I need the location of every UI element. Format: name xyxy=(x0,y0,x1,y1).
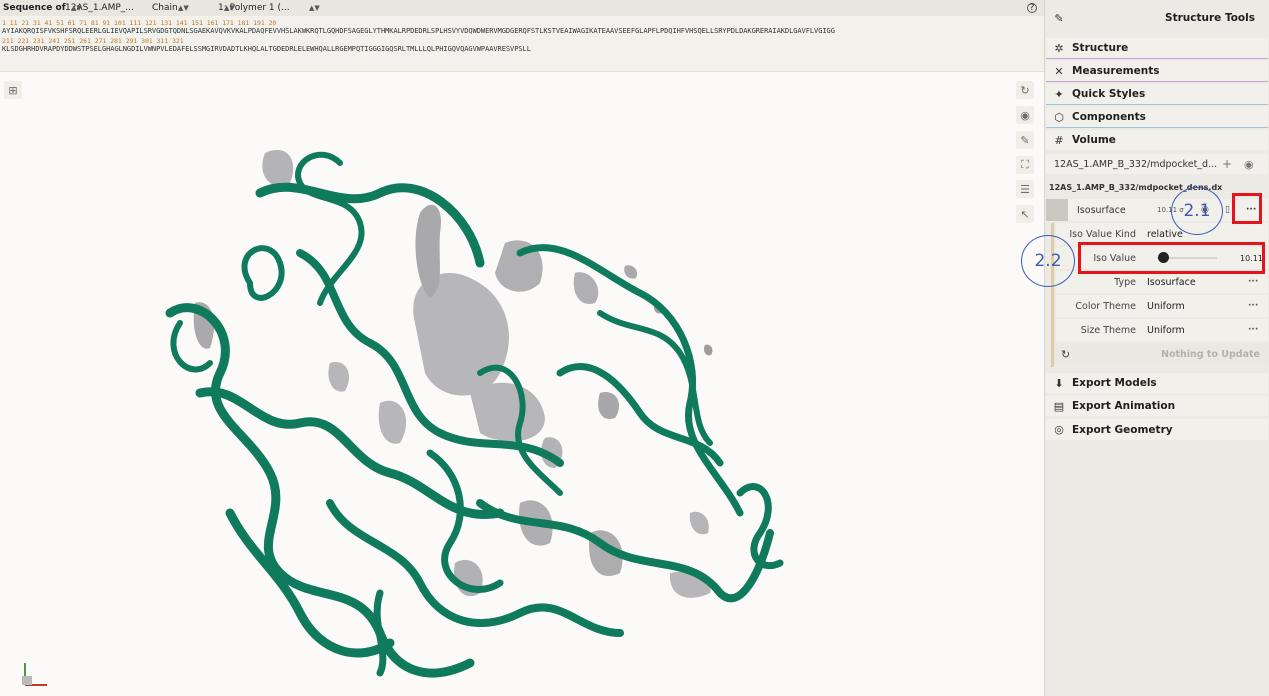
film-icon: ▤ xyxy=(1053,399,1065,413)
highlight-iso-value xyxy=(1078,242,1265,274)
sequence-numbers-1: 1 11 21 31 41 51 61 71 81 91 101 111 121… xyxy=(2,19,277,27)
section-structure[interactable]: ✲ Structure xyxy=(1046,38,1268,58)
sequence-line-1[interactable]: AYIAKQRQISFVKSHFSRQLEERLGLIEVQAPILSRVGDG… xyxy=(2,27,835,35)
highlight-more-options xyxy=(1232,193,1262,224)
color-theme-row[interactable]: Color Theme Uniform ··· xyxy=(1056,295,1268,317)
download-icon: ⬇ xyxy=(1054,376,1064,390)
molecule-render xyxy=(22,149,784,686)
wrench-icon: ✎ xyxy=(1054,11,1064,25)
molstar-app: Sequence of 12AS_1.AMP_... ▲▼ Chain ▲▼ 1: … xyxy=(0,0,1269,696)
section-quick-styles[interactable]: ✦ Quick Styles xyxy=(1046,84,1268,104)
eye-icon[interactable]: ◉ xyxy=(1244,158,1254,171)
sequence-numbers-2: 211 221 231 241 251 261 271 281 291 301 … xyxy=(2,37,184,45)
export-geometry-icon: ◎ xyxy=(1054,423,1064,436)
cube-icon: ⬡ xyxy=(1054,110,1064,124)
section-volume[interactable]: # Volume xyxy=(1046,130,1268,150)
magic-wand-icon: ✦ xyxy=(1054,87,1064,101)
refresh-icon[interactable]: ↻ xyxy=(1061,348,1070,361)
sequence-line-2[interactable]: KLSDGHRHDVRAPDYDDWSTPSELGHAGLNGDILVWNPVL… xyxy=(2,45,531,53)
question-icon[interactable]: ? xyxy=(1027,3,1037,13)
volume-select[interactable]: 12AS_1.AMP_B_332/mdpocket_d... + ◉ xyxy=(1046,154,1268,174)
sequence-panel: Sequence of 12AS_1.AMP_... ▲▼ Chain ▲▼ 1: … xyxy=(0,0,1044,72)
grid-icon: # xyxy=(1054,133,1064,147)
delete-icon[interactable]: ▯ xyxy=(1225,205,1230,215)
sequence-label: Sequence of xyxy=(3,3,66,13)
chevron-down-icon: ▲▼ xyxy=(224,4,235,12)
section-measurements[interactable]: ✕ Measurements xyxy=(1046,61,1268,81)
annotation-2-1: 2.1 xyxy=(1171,187,1223,235)
section-export-animation[interactable]: ▤ Export Animation xyxy=(1046,396,1268,416)
structure-icon: ✲ xyxy=(1054,41,1064,55)
update-row[interactable]: ↻ Nothing to Update xyxy=(1056,343,1268,365)
isosurface-color-swatch[interactable] xyxy=(1046,199,1068,221)
measurements-icon: ✕ xyxy=(1054,64,1064,78)
chevron-down-icon: ▲▼ xyxy=(71,4,82,12)
type-row[interactable]: Type Isosurface ··· xyxy=(1056,271,1268,293)
more-options-icon[interactable]: ··· xyxy=(1248,277,1258,287)
more-options-icon[interactable]: ··· xyxy=(1248,301,1258,311)
section-export-models[interactable]: ⬇ Export Models xyxy=(1046,373,1268,393)
sequence-toolbar: Sequence of 12AS_1.AMP_... ▲▼ Chain ▲▼ 1: … xyxy=(0,0,1044,16)
size-theme-row[interactable]: Size Theme Uniform ··· xyxy=(1056,319,1268,341)
chevron-down-icon[interactable]: ▲▼ xyxy=(309,0,320,16)
add-icon[interactable]: + xyxy=(1222,157,1232,171)
update-button[interactable]: Nothing to Update xyxy=(1161,349,1260,360)
structure-tools-panel: ✎ Structure Tools ✲ Structure ✕ Measuremen… xyxy=(1021,0,1269,696)
chevron-down-icon: ▲▼ xyxy=(178,4,189,12)
section-components[interactable]: ⬡ Components xyxy=(1046,107,1268,127)
panel-header: ✎ Structure Tools xyxy=(1046,6,1268,30)
section-export-geometry[interactable]: ◎ Export Geometry xyxy=(1046,419,1268,440)
annotation-2-2: 2.2 xyxy=(1021,235,1075,287)
3d-viewport[interactable]: ⊞ ↻ ◉ ✎ ⛶ ☰ ↖ xyxy=(0,73,1044,696)
more-options-icon[interactable]: ··· xyxy=(1248,325,1258,335)
panel-title: Structure Tools xyxy=(1165,12,1255,24)
axes-icon xyxy=(22,663,47,686)
